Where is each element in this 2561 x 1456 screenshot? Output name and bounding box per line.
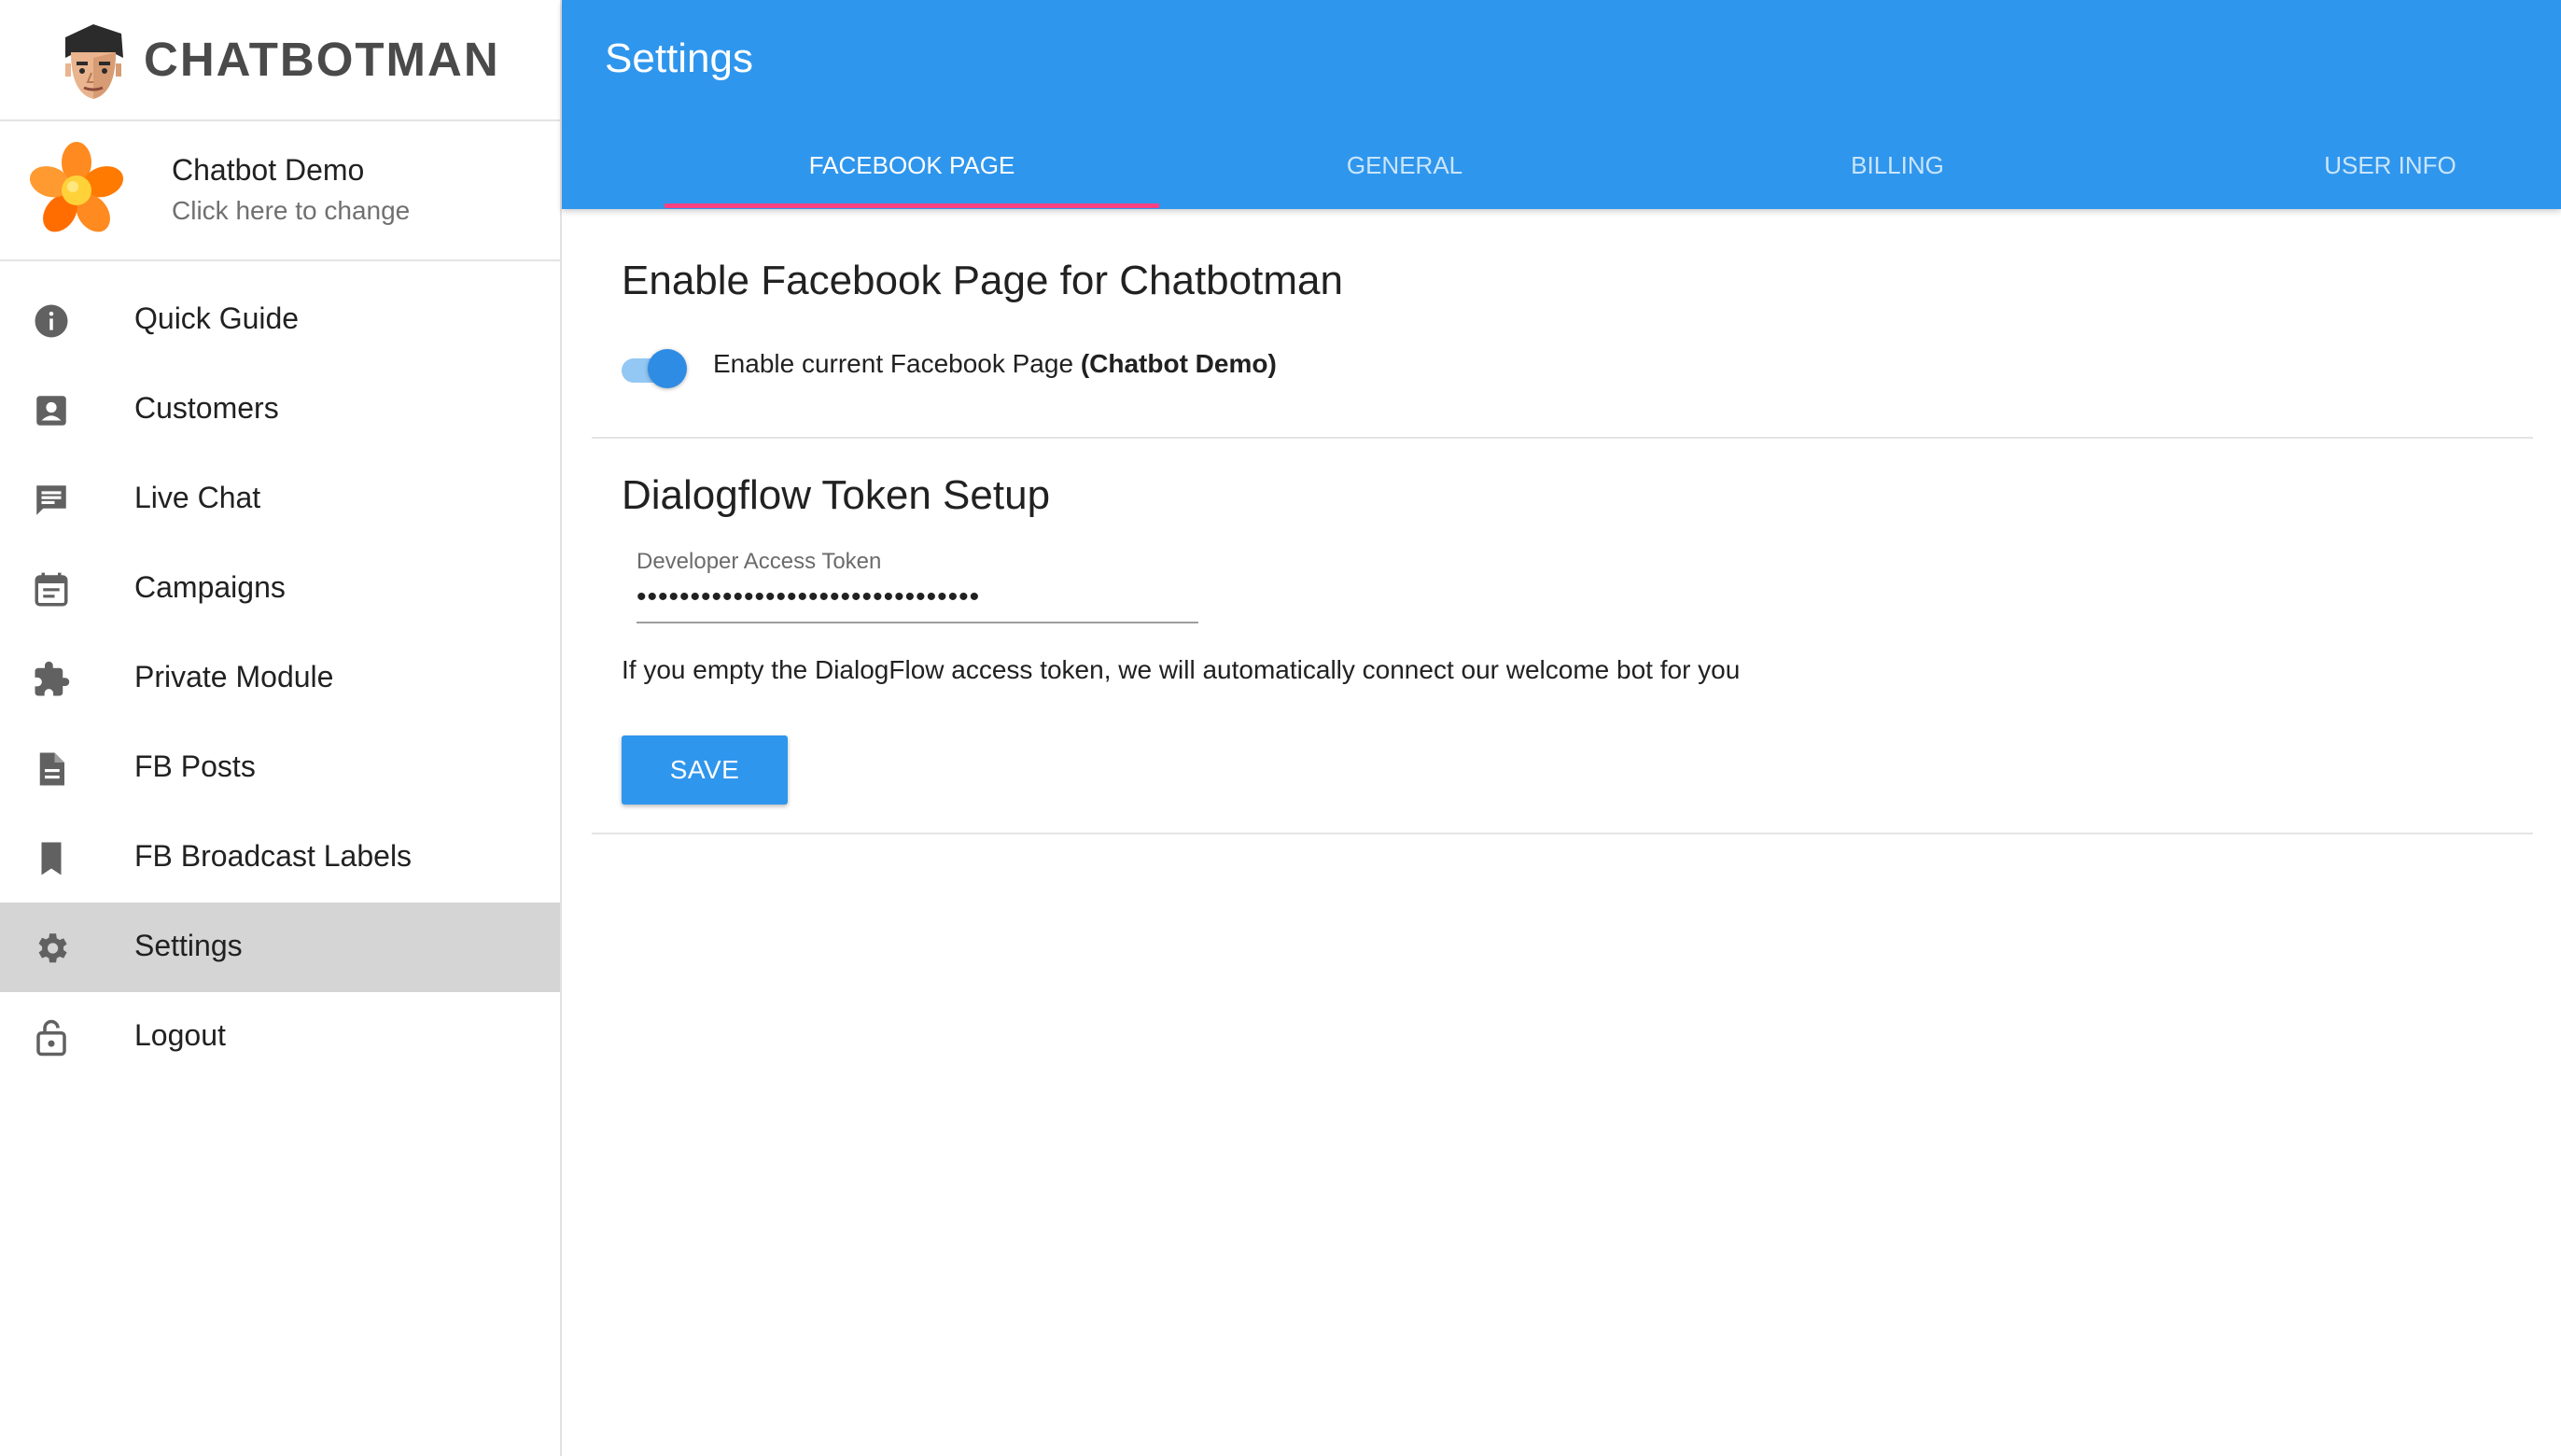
sidebar-item-label: Live Chat [134, 481, 261, 514]
brand-name: CHATBOTMAN [144, 33, 500, 86]
sidebar-item-live-chat[interactable]: Live Chat [0, 455, 560, 544]
sidebar-item-fb-posts[interactable]: FB Posts [0, 723, 560, 813]
document-icon [39, 752, 64, 786]
dialogflow-section-title: Dialogflow Token Setup [622, 472, 1051, 518]
toggle-page-name: (Chatbot Demo) [1080, 349, 1277, 378]
toggle-label: Enable current Facebook Page (Chatbot De… [713, 349, 1277, 379]
man-face-icon [65, 24, 123, 99]
sidebar-item-campaigns[interactable]: Campaigns [0, 544, 560, 634]
tab-general[interactable]: GENERAL [1157, 140, 1652, 209]
facebook-section-title: Enable Facebook Page for Chatbotman [622, 258, 1343, 303]
calendar-icon [35, 572, 68, 607]
token-field-label: Developer Access Token [637, 549, 882, 574]
sidebar: CHATBOTMAN Chatbot Demo Click here to ch… [0, 0, 562, 1456]
sidebar-item-private-module[interactable]: Private Module [0, 634, 560, 723]
sidebar-item-label: FB Posts [134, 749, 256, 783]
page-name: Chatbot Demo [172, 153, 365, 187]
active-tab-indicator [665, 203, 1159, 208]
settings-content: Enable Facebook Page for Chatbotman Enab… [562, 209, 2561, 1456]
tab-label: USER INFO [2324, 151, 2456, 179]
info-icon [35, 304, 68, 338]
section-divider [592, 437, 2533, 439]
sidebar-item-label: Campaigns [134, 570, 286, 604]
tab-user-info[interactable]: USER INFO [2143, 140, 2561, 209]
contact-icon [36, 396, 66, 426]
sidebar-item-quick-guide[interactable]: Quick Guide [0, 275, 560, 365]
sidebar-item-label: Customers [134, 391, 279, 425]
app-root: CHATBOTMAN Chatbot Demo Click here to ch… [0, 0, 2561, 1456]
settings-tabs: FACEBOOK PAGE GENERAL BILLING USER INFO [665, 140, 2561, 209]
sidebar-item-label: FB Broadcast Labels [134, 839, 413, 873]
save-button[interactable]: SAVE [622, 735, 788, 805]
sidebar-item-label: Private Module [134, 660, 334, 693]
app-header: Settings FACEBOOK PAGE GENERAL BILLING U… [562, 0, 2561, 209]
chat-icon [36, 485, 66, 515]
page-switcher[interactable]: Chatbot Demo Click here to change [0, 121, 560, 261]
developer-token-input[interactable] [637, 579, 1198, 623]
brand-header: CHATBOTMAN [0, 0, 560, 121]
sidebar-item-logout[interactable]: Logout [0, 992, 560, 1082]
tab-label: GENERAL [1346, 151, 1463, 179]
sidebar-item-customers[interactable]: Customers [0, 365, 560, 455]
token-hint: If you empty the DialogFlow access token… [622, 655, 1741, 684]
page-title: Settings [605, 35, 753, 81]
enable-page-toggle[interactable] [622, 347, 689, 388]
page-change-hint: Click here to change [172, 196, 411, 225]
bookmark-icon [41, 842, 62, 875]
toggle-thumb [648, 349, 687, 388]
gear-icon [38, 933, 67, 963]
sidebar-item-label: Logout [134, 1018, 226, 1052]
sidebar-item-label: Settings [134, 929, 243, 962]
tab-facebook-page[interactable]: FACEBOOK PAGE [665, 140, 1159, 209]
sidebar-item-settings[interactable]: Settings [0, 903, 560, 992]
sidebar-nav: Quick Guide Customers Live Chat Campaign… [0, 275, 560, 1082]
toggle-label-text: Enable current Facebook Page [713, 349, 1074, 378]
tab-label: BILLING [1851, 151, 1944, 179]
tab-billing[interactable]: BILLING [1650, 140, 2145, 209]
orange-flower-icon [29, 142, 124, 232]
sidebar-item-label: Quick Guide [134, 301, 300, 335]
section-divider [592, 833, 2533, 834]
tab-label: FACEBOOK PAGE [808, 151, 1015, 179]
puzzle-icon [35, 661, 70, 696]
sidebar-item-fb-broadcast-labels[interactable]: FB Broadcast Labels [0, 813, 560, 903]
lock-open-icon [36, 1019, 66, 1057]
